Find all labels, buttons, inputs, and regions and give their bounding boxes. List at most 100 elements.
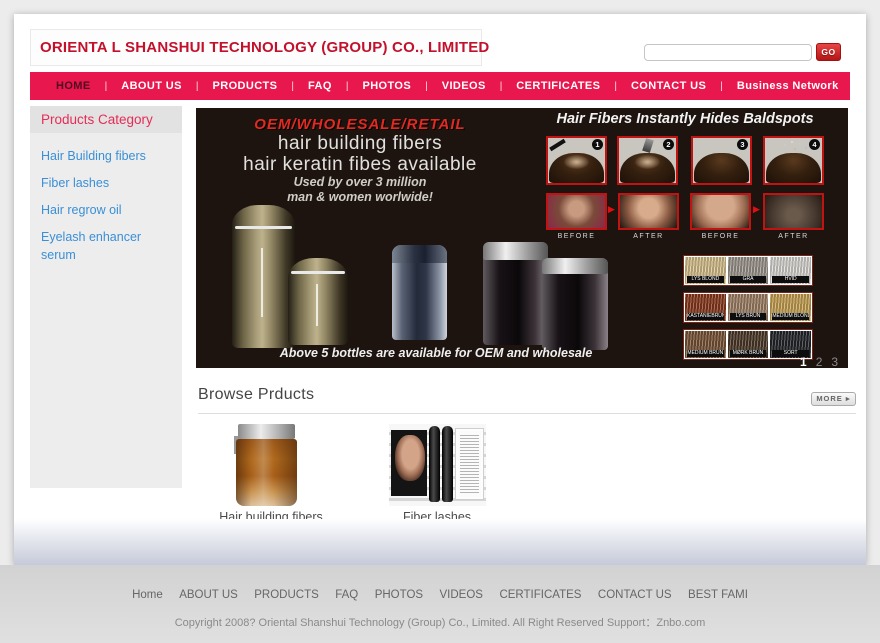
sidebar-item-hair-building-fibers[interactable]: Hair Building fibers: [30, 142, 182, 169]
step-number-badge: 4: [809, 139, 820, 150]
nav-separator: |: [291, 81, 294, 92]
nav-item-business-network[interactable]: Business Network: [737, 80, 839, 92]
hair-color-swatch: HVID: [770, 257, 811, 284]
step-image-2: 2: [617, 136, 678, 185]
banner-caption: Above 5 bottles are available for OEM an…: [226, 346, 646, 360]
sidebar-item-hair-regrow-oil[interactable]: Hair regrow oil: [30, 196, 182, 223]
swatch-label: SORT: [772, 350, 809, 357]
nav-item-faq[interactable]: FAQ: [308, 80, 332, 92]
more-button[interactable]: MORE ▸: [811, 392, 856, 406]
nav-separator: |: [614, 81, 617, 92]
hair-color-swatch: LYS BRUN: [728, 294, 769, 321]
product-image-jar[interactable]: [236, 424, 297, 506]
before-label: BEFORE: [544, 233, 609, 240]
hair-graphic: [766, 153, 821, 183]
jar-body-graphic: [236, 439, 297, 506]
sidebar-item-label[interactable]: Hair Building fibers: [41, 149, 146, 163]
product-image-fiber-lashes[interactable]: [389, 424, 486, 506]
nav-item-certificates[interactable]: CERTIFICATES: [516, 80, 600, 92]
step-image-3: 3: [691, 136, 752, 185]
copyright-text: Copyright 2008? Oriental Shanshui Techno…: [0, 614, 880, 630]
search-area: GO: [644, 43, 841, 61]
model-photo-graphic: [391, 430, 427, 496]
sidebar-item-label[interactable]: Eyelash enhancer serum: [41, 230, 141, 262]
search-input[interactable]: [644, 44, 812, 61]
pagination-page-2[interactable]: 2: [816, 355, 823, 368]
black-bottle-short: [542, 258, 608, 350]
footer-link-faq[interactable]: FAQ: [335, 589, 358, 601]
swatch-label: MEDIUM BRUN: [687, 350, 724, 357]
banner-line2: hair building fibers: [210, 133, 510, 154]
arrow-icon: ▶: [753, 204, 760, 215]
footer-link-certificates[interactable]: CERTIFICATES: [499, 589, 581, 601]
hair-color-swatch: KASTANIEBRUN: [685, 294, 726, 321]
after-photo-1: [618, 193, 679, 230]
bottle-label-graphic: [316, 284, 318, 326]
nav-item-home[interactable]: HOME: [56, 80, 91, 92]
applicator-icon: [642, 138, 654, 153]
products-category-sidebar: Products Category Hair Building fibers F…: [30, 106, 182, 488]
footer-link-products[interactable]: PRODUCTS: [254, 589, 319, 601]
hair-color-swatch-grid: LYS BLOND GRÅ HVID KASTANIEBRUN LYS BRUN…: [683, 255, 813, 366]
bottle-label-graphic: [261, 248, 263, 317]
sidebar-item-fiber-lashes[interactable]: Fiber lashes: [30, 169, 182, 196]
nav-item-products[interactable]: PRODUCTS: [212, 80, 277, 92]
sidebar-item-label[interactable]: Fiber lashes: [41, 176, 109, 190]
after-label: AFTER: [616, 233, 681, 240]
swatch-label: KASTANIEBRUN: [687, 313, 724, 320]
footer-link-about-us[interactable]: ABOUT US: [179, 589, 238, 601]
footer-link-photos[interactable]: PHOTOS: [375, 589, 423, 601]
section-divider: [198, 413, 856, 414]
hair-graphic: [694, 153, 749, 183]
step-number-badge: 3: [737, 139, 748, 150]
before-photo-1: [546, 193, 607, 230]
arrow-icon: ▶: [608, 204, 615, 215]
spray-drops-icon: [791, 141, 793, 143]
mascara-tube-graphic: [429, 426, 440, 502]
main-navbar: HOME | ABOUT US | PRODUCTS | FAQ | PHOTO…: [30, 72, 850, 100]
banner-line5: man & women worlwide!: [210, 190, 510, 205]
banner-oem-line: OEM/WHOLESALE/RETAIL: [210, 116, 510, 133]
nav-separator: |: [500, 81, 503, 92]
sidebar-item-eyelash-enhancer-serum[interactable]: Eyelash enhancer serum: [30, 223, 182, 268]
page: ORIENTA L SHANSHUI TECHNOLOGY (GROUP) CO…: [0, 0, 880, 643]
nav-separator: |: [105, 81, 108, 92]
nav-separator: |: [346, 81, 349, 92]
footer: Home ABOUT US PRODUCTS FAQ PHOTOS VIDEOS…: [0, 565, 880, 643]
pagination-page-3[interactable]: 3: [831, 355, 838, 368]
nav-separator: |: [196, 81, 199, 92]
banner-line3: hair keratin fibes available: [210, 154, 510, 175]
nav-item-about-us[interactable]: ABOUT US: [121, 80, 182, 92]
swatch-row: KASTANIEBRUN LYS BRUN MEDIUM BLOND: [683, 292, 813, 323]
browse-products-title: Browse Prducts: [198, 386, 314, 404]
nav-item-videos[interactable]: VIDEOS: [442, 80, 486, 92]
swatch-label: MEDIUM BLOND: [772, 313, 809, 320]
sidebar-title: Products Category: [30, 106, 182, 133]
step-number-badge: 2: [663, 139, 674, 150]
footer-links: Home ABOUT US PRODUCTS FAQ PHOTOS VIDEOS…: [0, 565, 880, 603]
hair-color-swatch: SORT: [770, 331, 811, 358]
swatch-label: LYS BRUN: [730, 313, 767, 320]
sidebar-item-label[interactable]: Hair regrow oil: [41, 203, 122, 217]
product-fiber-lashes[interactable]: [389, 424, 486, 506]
product-hair-building-fibers[interactable]: [236, 424, 297, 506]
footer-link-home[interactable]: Home: [132, 589, 163, 601]
nav-separator: |: [425, 81, 428, 92]
banner-right-title: Hair Fibers Instantly Hides Baldspots: [539, 111, 831, 127]
hair-color-swatch: MØRK BRUN: [728, 331, 769, 358]
bald-spot-graphic: [564, 155, 589, 169]
promo-banner[interactable]: OEM/WHOLESALE/RETAIL hair building fiber…: [196, 108, 848, 368]
comb-icon: [549, 139, 566, 151]
before-label: BEFORE: [688, 233, 753, 240]
footer-link-contact-us[interactable]: CONTACT US: [598, 589, 672, 601]
nav-item-contact-us[interactable]: CONTACT US: [631, 80, 706, 92]
search-go-button[interactable]: GO: [816, 43, 841, 61]
hair-color-swatch: GRÅ: [728, 257, 769, 284]
footer-link-videos[interactable]: VIDEOS: [440, 589, 483, 601]
before-photo-2: [690, 193, 751, 230]
swatch-label: LYS BLOND: [687, 276, 724, 283]
swatch-label: MØRK BRUN: [730, 350, 767, 357]
footer-link-best-fami[interactable]: BEST FAMI: [688, 589, 748, 601]
after-photo-2: [763, 193, 824, 230]
nav-item-photos[interactable]: PHOTOS: [362, 80, 411, 92]
